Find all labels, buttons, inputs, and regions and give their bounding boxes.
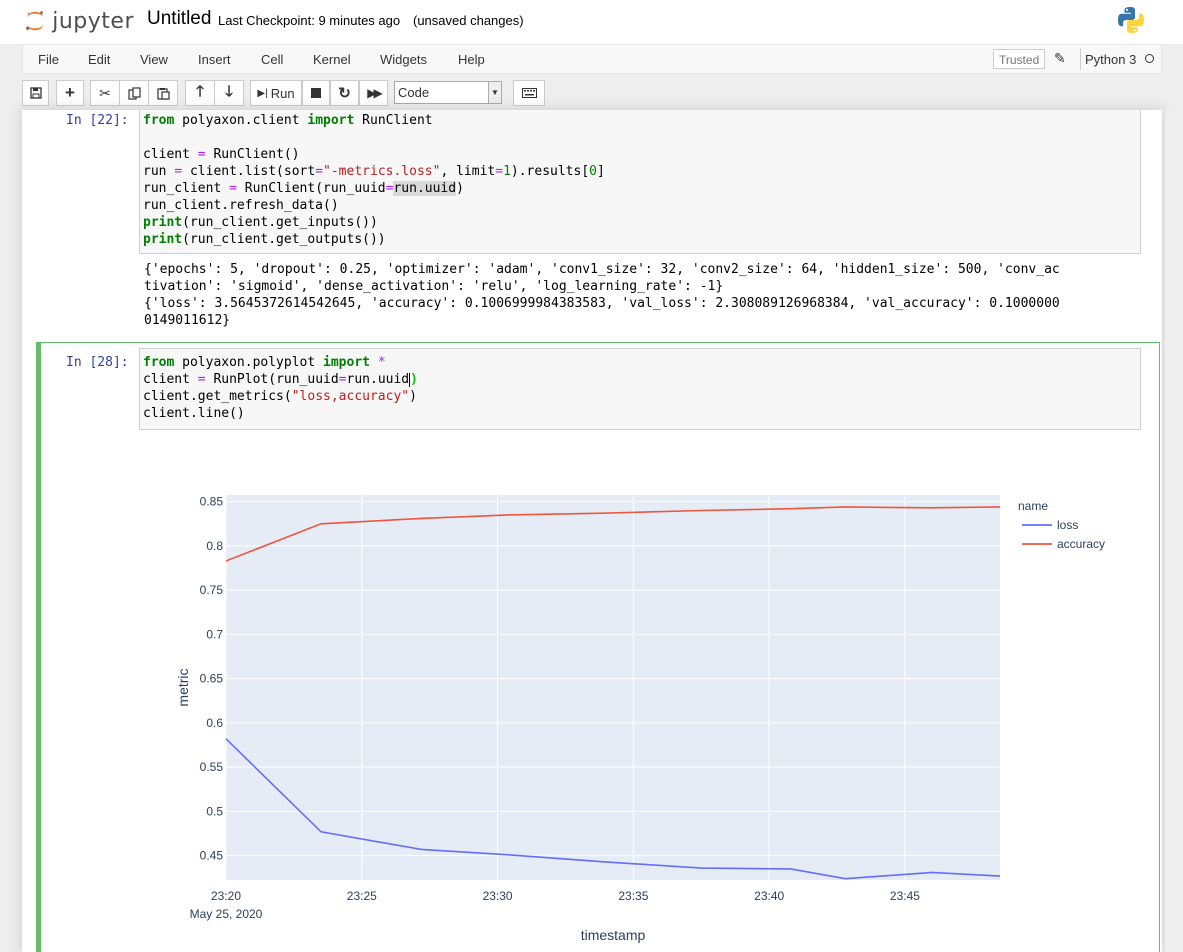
pencil-icon[interactable]: ✎	[1054, 50, 1066, 67]
y-tick-label: 0.85	[200, 495, 224, 509]
cell2-prompt: In [28]:	[66, 355, 129, 370]
interrupt-button[interactable]	[302, 80, 330, 106]
cell-type-select[interactable]: Code ▼	[394, 81, 502, 104]
scissors-icon: ✂	[99, 84, 111, 101]
restart-button[interactable]: ↻	[330, 80, 359, 106]
unsaved-indicator: (unsaved changes)	[413, 13, 524, 28]
menu-help[interactable]: Help	[458, 52, 485, 67]
restart-icon: ↻	[338, 85, 351, 102]
run-button[interactable]: ▶| Run	[250, 80, 302, 106]
x-tick-label: 23:40	[754, 889, 784, 903]
paste-button[interactable]	[148, 80, 178, 106]
step-forward-icon: ▶|	[257, 87, 268, 99]
y-tick-label: 0.7	[206, 627, 223, 641]
command-palette-button[interactable]	[513, 80, 545, 106]
kernel-name[interactable]: Python 3	[1085, 52, 1136, 67]
x-tick-label: 23:45	[890, 889, 920, 903]
output-line: tivation': 'sigmoid', 'dense_activation'…	[144, 279, 724, 294]
jupyter-logo[interactable]: jupyter	[24, 2, 134, 40]
menu-edit[interactable]: Edit	[88, 52, 110, 67]
x-axis-title: timestamp	[581, 927, 646, 943]
jupyter-logo-icon	[26, 11, 44, 31]
arrow-up-icon: 🡑	[196, 82, 204, 100]
menu-view[interactable]: View	[140, 52, 168, 67]
kernel-idle-icon	[1145, 54, 1154, 63]
toolbar: + ✂ 🡑 🡓 ▶| Run ↻ ▶▶ Code ▼	[22, 80, 1162, 108]
move-down-button[interactable]: 🡓	[214, 80, 244, 106]
move-up-button[interactable]: 🡑	[185, 80, 215, 106]
x-tick-date-label: May 25, 2020	[190, 907, 263, 921]
y-tick-label: 0.5	[206, 804, 223, 818]
cell1-prompt: In [22]:	[66, 113, 129, 128]
notebook-name[interactable]: Untitled	[147, 8, 211, 30]
chevron-down-icon: ▼	[488, 82, 501, 103]
output-line: {'epochs': 5, 'dropout': 0.25, 'optimize…	[144, 262, 1060, 277]
legend-label-accuracy: accuracy	[1057, 537, 1105, 551]
plus-icon: +	[65, 83, 75, 102]
scrollbar[interactable]	[1165, 110, 1183, 952]
insert-cell-button[interactable]: +	[56, 80, 84, 106]
y-tick-label: 0.75	[200, 583, 224, 597]
stop-icon	[311, 88, 321, 98]
cell2-code[interactable]: from polyaxon.polyplot import * client =…	[143, 354, 418, 422]
keyboard-icon	[521, 88, 537, 98]
paste-icon	[156, 87, 170, 100]
copy-button[interactable]	[119, 80, 149, 106]
legend-label-loss: loss	[1057, 518, 1078, 532]
cell1-code[interactable]: from polyaxon.client import RunClient cl…	[143, 112, 605, 248]
jupyter-logo-text: jupyter	[52, 8, 134, 34]
cell-type-value: Code	[398, 85, 430, 100]
output-line: {'loss': 3.5645372614542645, 'accuracy':…	[144, 296, 1060, 311]
x-tick-label: 23:30	[483, 889, 513, 903]
fast-forward-icon: ▶▶	[367, 86, 383, 100]
menu-widgets[interactable]: Widgets	[380, 52, 427, 67]
arrow-down-icon: 🡓	[225, 82, 233, 100]
metrics-line-chart: 0.85 0.8 0.75 0.7 0.65 0.6 0.55 0.5 0.45 23:20 23:…	[175, 495, 1105, 943]
y-tick-label: 0.45	[200, 849, 224, 863]
trusted-badge[interactable]: Trusted	[993, 49, 1046, 69]
cut-button[interactable]: ✂	[90, 80, 120, 106]
notebook-container: In [22]: from polyaxon.client import Run…	[22, 110, 1162, 952]
x-tick-label: 23:25	[347, 889, 377, 903]
plot-area	[226, 495, 1000, 880]
menu-cell[interactable]: Cell	[261, 52, 283, 67]
checkpoint-status: Last Checkpoint: 9 minutes ago	[218, 13, 401, 28]
menu-file[interactable]: File	[38, 52, 59, 67]
kernel-divider	[1080, 48, 1081, 70]
menu-insert[interactable]: Insert	[198, 52, 231, 67]
output-line: 0149011612}	[144, 313, 231, 328]
save-button[interactable]	[22, 80, 49, 106]
menubar: File Edit View Insert Cell Kernel Widget…	[22, 44, 1162, 74]
y-tick-label: 0.6	[206, 716, 223, 730]
y-axis-title: metric	[175, 668, 191, 706]
y-tick-label: 0.8	[206, 539, 223, 553]
y-tick-label: 0.55	[200, 760, 224, 774]
save-icon	[29, 87, 42, 99]
header: jupyter Untitled Last Checkpoint: 9 minu…	[0, 0, 1183, 44]
x-tick-label: 23:20	[211, 889, 241, 903]
python-logo-icon	[1118, 7, 1144, 33]
copy-icon	[127, 86, 141, 100]
menu-kernel[interactable]: Kernel	[313, 52, 351, 67]
y-tick-label: 0.65	[200, 672, 224, 686]
legend-title: name	[1018, 499, 1048, 513]
restart-run-all-button[interactable]: ▶▶	[359, 80, 388, 106]
run-label: Run	[270, 85, 295, 101]
x-tick-label: 23:35	[618, 889, 648, 903]
